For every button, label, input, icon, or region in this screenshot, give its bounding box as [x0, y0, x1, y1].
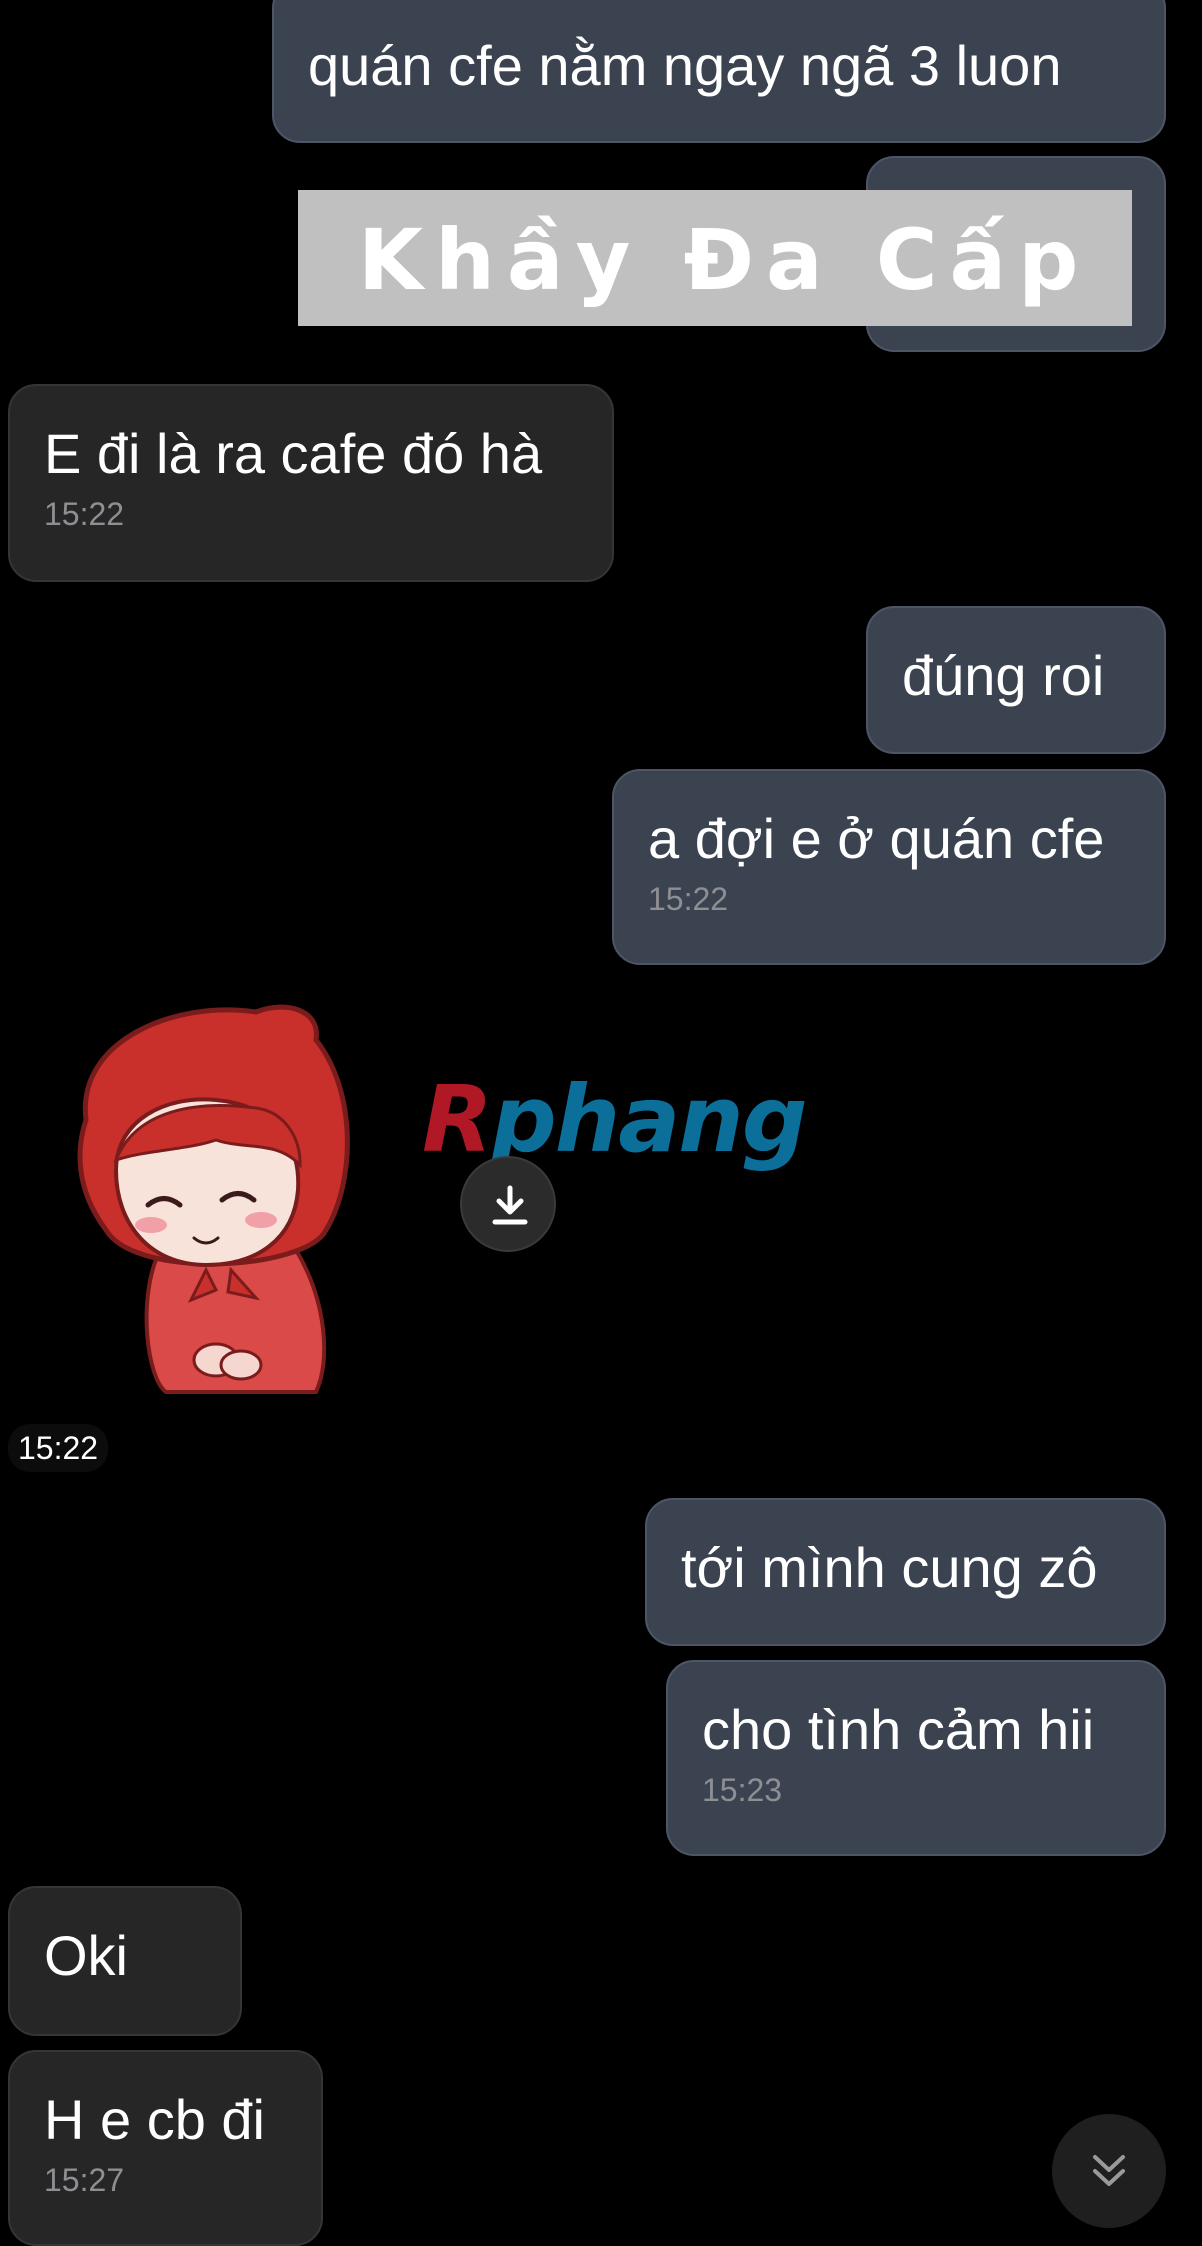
sticker-image [77, 1004, 350, 1394]
scroll-to-bottom-button[interactable] [1052, 2114, 1166, 2228]
message-text: E đi là ra cafe đó hà [44, 422, 543, 485]
red-hood-girl-sticker-icon[interactable] [56, 1000, 366, 1400]
message-text: đúng roi [902, 644, 1105, 707]
message-bubble-incoming[interactable]: H e cb đi 15:27 [8, 2050, 323, 2246]
download-button[interactable] [460, 1156, 556, 1252]
double-chevron-down-icon [1093, 2155, 1125, 2186]
message-time: 15:22 [648, 881, 729, 917]
message-time: 15:23 [702, 1772, 783, 1808]
watermark-text: Khầy Đa Cấp [358, 211, 1091, 309]
message-text: a đợi e ở quán cfe [648, 807, 1105, 870]
message-bubble-incoming[interactable]: Oki [8, 1886, 242, 2036]
message-bubble-outgoing[interactable]: đúng roi [866, 606, 1166, 754]
message-text: cho tình cảm hii [702, 1698, 1095, 1761]
download-icon [492, 1185, 528, 1225]
message-bubble-outgoing[interactable]: quán cfe nằm ngay ngã 3 luon [272, 0, 1166, 143]
watermark-overlay: Khầy Đa Cấp [298, 190, 1132, 326]
message-text: Oki [44, 1924, 128, 1987]
message-text: tới mình cung zô [681, 1536, 1098, 1599]
message-bubble-outgoing[interactable]: cho tình cảm hii 15:23 [666, 1660, 1166, 1856]
message-text: H e cb đi [44, 2088, 265, 2151]
message-bubble-outgoing[interactable]: a đợi e ở quán cfe 15:22 [612, 769, 1166, 965]
brand-name-rest: phang [490, 1066, 808, 1173]
message-bubble-incoming[interactable]: E đi là ra cafe đó hà 15:22 [8, 384, 614, 582]
brand-logo: Rphang [422, 1070, 808, 1170]
brand-first-letter: R [422, 1066, 493, 1173]
message-time: 15:27 [44, 2162, 125, 2198]
message-time: 15:22 [44, 496, 125, 532]
message-bubble-outgoing[interactable]: tới mình cung zô [645, 1498, 1166, 1646]
sticker-time: 15:22 [8, 1424, 109, 1472]
message-text: quán cfe nằm ngay ngã 3 luon [308, 34, 1062, 97]
